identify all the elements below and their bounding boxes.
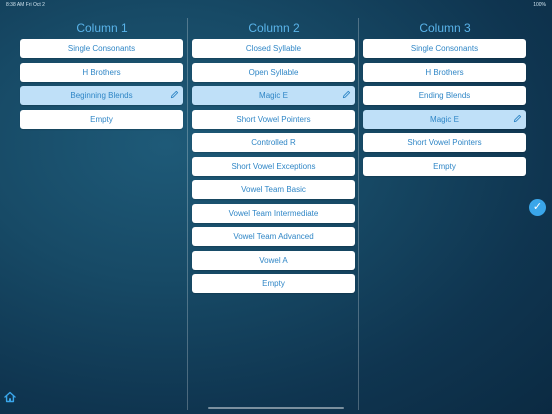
item-label: Beginning Blends <box>70 91 133 100</box>
column-2-item-button[interactable]: Short Vowel Exceptions <box>192 156 355 176</box>
column-2-item-button[interactable]: Empty <box>192 274 355 293</box>
item-label: Closed Syllable <box>245 44 302 53</box>
column-2-item-button[interactable]: Magic E <box>192 86 355 105</box>
home-indicator <box>208 407 344 409</box>
column-1-item-button[interactable]: Empty <box>20 109 183 129</box>
column-3-item-button[interactable]: Ending Blends <box>363 86 526 105</box>
pencil-icon[interactable] <box>513 114 522 123</box>
item-label: Single Consonants <box>410 44 479 53</box>
column-1-item-button[interactable]: Single Consonants <box>20 39 183 58</box>
column-3-title: Column 3 <box>419 21 471 35</box>
column-2-item-button[interactable]: Closed Syllable <box>192 39 355 58</box>
item-label: Open Syllable <box>248 67 299 77</box>
column-2-item-button[interactable]: Vowel Team Intermediate <box>192 203 355 223</box>
pencil-icon[interactable] <box>342 90 351 99</box>
item-label: Single Consonants <box>67 44 136 53</box>
item-label: H Brothers <box>425 67 464 77</box>
status-bar: 8:38 AM Fri Oct 2 100% <box>6 2 546 10</box>
column-3-item-button[interactable]: Empty <box>363 156 526 176</box>
item-label: H Brothers <box>82 67 121 77</box>
item-label: Short Vowel Pointers <box>236 114 311 124</box>
item-label: Controlled R <box>251 138 296 147</box>
home-icon[interactable] <box>4 390 16 403</box>
column-2-item-button[interactable]: Vowel A <box>192 250 355 270</box>
item-label: Magic E <box>259 91 288 100</box>
item-label: Short Vowel Pointers <box>407 138 482 147</box>
item-label: Vowel A <box>259 255 288 265</box>
item-label: Vowel Team Basic <box>241 185 306 194</box>
column-1-item-button[interactable]: Beginning Blends <box>20 86 183 105</box>
column-2-title: Column 2 <box>248 21 300 35</box>
column-1-item-button[interactable]: H Brothers <box>20 62 183 82</box>
column-3-item-button[interactable]: H Brothers <box>363 62 526 82</box>
pencil-icon[interactable] <box>170 90 179 99</box>
item-label: Empty <box>90 114 113 124</box>
status-time: 8:38 AM Fri Oct 2 <box>6 2 45 8</box>
item-label: Short Vowel Exceptions <box>231 161 316 171</box>
column-3-item-button[interactable]: Magic E <box>363 109 526 129</box>
column-divider <box>187 18 188 410</box>
status-battery: 100% <box>533 2 546 8</box>
item-label: Magic E <box>430 114 459 124</box>
column-2-item-button[interactable]: Vowel Team Advanced <box>192 227 355 246</box>
item-label: Vowel Team Advanced <box>233 232 314 241</box>
column-2-item-button[interactable]: Controlled R <box>192 133 355 152</box>
column-divider <box>358 18 359 410</box>
column-2-item-button[interactable]: Vowel Team Basic <box>192 180 355 199</box>
column-1-title: Column 1 <box>76 21 128 35</box>
column-2-item-button[interactable]: Short Vowel Pointers <box>192 109 355 129</box>
item-label: Empty <box>433 161 456 171</box>
column-3-item-button[interactable]: Single Consonants <box>363 39 526 58</box>
item-label: Empty <box>262 279 285 288</box>
checkmark-icon[interactable]: ✓ <box>529 199 546 216</box>
column-2-item-button[interactable]: Open Syllable <box>192 62 355 82</box>
item-label: Ending Blends <box>418 91 471 100</box>
item-label: Vowel Team Intermediate <box>228 208 319 218</box>
column-3-item-button[interactable]: Short Vowel Pointers <box>363 133 526 152</box>
